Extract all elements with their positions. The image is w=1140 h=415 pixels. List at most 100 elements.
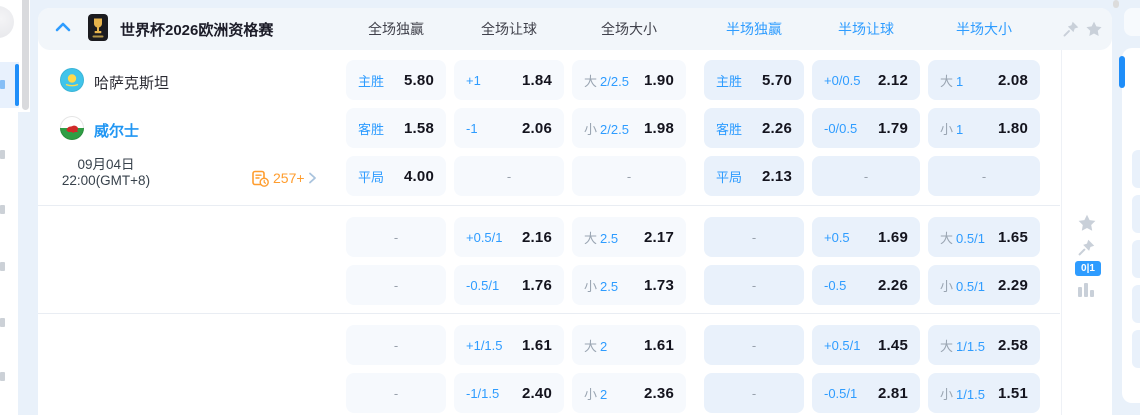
odds-value: 5.80	[404, 71, 434, 89]
odds-cell[interactable]: +1 1.84	[454, 60, 564, 100]
odds-cell[interactable]: -0.5/1 2.81	[812, 373, 920, 413]
odds-cell[interactable]: -	[572, 156, 686, 196]
odds-cell[interactable]: 小 2/2.5 1.98	[572, 108, 686, 148]
odds-handicap-label: 小 0.5/1	[940, 276, 985, 295]
over-under-prefix: 大	[940, 338, 954, 354]
odds-cell[interactable]: 客胜 2.26	[704, 108, 804, 148]
collapse-league-button[interactable]	[55, 20, 71, 32]
odds-value: 2.17	[644, 228, 674, 246]
odds-cell[interactable]: -0/0.5 1.79	[812, 108, 920, 148]
odds-cell[interactable]: -0.5/1 1.76	[454, 265, 564, 305]
stats-button[interactable]	[1077, 282, 1099, 302]
selection-label: 客胜	[358, 121, 385, 137]
column-header-ft-overunder[interactable]: 全场大小	[564, 19, 694, 37]
pin-icon	[1077, 239, 1096, 261]
odds-cell[interactable]: 大 1 2.08	[928, 60, 1040, 100]
odds-cell[interactable]: +0/0.5 2.12	[812, 60, 920, 100]
odds-value: 1.80	[998, 119, 1028, 137]
odds-cell[interactable]: 大 0.5/1 1.65	[928, 217, 1040, 257]
odds-value: 1.61	[644, 336, 674, 354]
away-team-name[interactable]: 威尔士	[94, 120, 139, 141]
odds-cell[interactable]: -	[346, 265, 446, 305]
selection-label: +0.5/1	[824, 337, 861, 353]
odds-handicap-label: 客胜	[358, 119, 384, 138]
home-team-name[interactable]: 哈萨克斯坦	[94, 72, 169, 93]
pin-match-button[interactable]	[1077, 238, 1099, 258]
world-cup-trophy-icon	[88, 14, 108, 41]
odds-value: 2.29	[998, 276, 1028, 294]
odds-value: 1.98	[644, 119, 674, 137]
column-header-ht-overunder[interactable]: 半场大小	[920, 19, 1048, 37]
odds-cell[interactable]: -	[812, 156, 920, 196]
odds-cell[interactable]: -	[928, 156, 1040, 196]
odds-cell[interactable]: 小 1 1.80	[928, 108, 1040, 148]
column-header-ht-1x2[interactable]: 半场独赢	[696, 19, 812, 37]
column-header-ft-1x2[interactable]: 全场独赢	[338, 19, 454, 37]
selection-label: +0.5/1	[466, 229, 503, 245]
odds-handicap-label: +0/0.5	[824, 73, 861, 88]
favorite-match-button[interactable]	[1077, 213, 1099, 233]
league-title[interactable]: 世界杯2026欧洲资格赛	[120, 19, 273, 40]
odds-value: 1.79	[878, 119, 908, 137]
odds-cell[interactable]: -	[704, 217, 804, 257]
odds-cell[interactable]: 小 0.5/1 2.29	[928, 265, 1040, 305]
sidebar-text-fragment	[0, 262, 5, 271]
odds-cell[interactable]: 平局 2.13	[704, 156, 804, 196]
odds-cell[interactable]: 主胜 5.80	[346, 60, 446, 100]
odds-cell[interactable]: 平局 4.00	[346, 156, 446, 196]
odds-cell[interactable]: +0.5/1 1.45	[812, 325, 920, 365]
odds-cell[interactable]: -	[346, 325, 446, 365]
odds-empty-value: -	[393, 385, 399, 401]
odds-cell[interactable]: +0.5 1.69	[812, 217, 920, 257]
odds-cell[interactable]: -	[704, 265, 804, 305]
sidebar-scrollbar-thumb[interactable]	[22, 0, 29, 110]
odds-cell[interactable]: 小 2 2.36	[572, 373, 686, 413]
odds-handicap-label: 大1	[940, 71, 963, 90]
favorite-league-button[interactable]	[1085, 20, 1103, 38]
odds-cell[interactable]: 大 1/1.5 2.58	[928, 325, 1040, 365]
column-header-ht-handicap[interactable]: 半场让球	[804, 19, 928, 37]
odds-cell[interactable]: 主胜 5.70	[704, 60, 804, 100]
table-right-divider	[1061, 50, 1062, 415]
right-panel-selected-indicator	[1119, 56, 1125, 88]
sidebar-text-fragment	[0, 80, 5, 89]
selection-label: 平局	[358, 169, 385, 185]
odds-cell[interactable]: 小 1/1.5 1.51	[928, 373, 1040, 413]
selection-label: -1	[466, 120, 478, 136]
odds-value: 1.84	[522, 71, 552, 89]
right-scrollbar-fragment	[1113, 0, 1119, 8]
handicap-line: 1	[956, 73, 964, 89]
odds-value: 2.06	[522, 119, 552, 137]
odds-empty-value: -	[393, 337, 399, 353]
odds-cell[interactable]: 小 2.5 1.73	[572, 265, 686, 305]
odds-cell[interactable]: -	[346, 217, 446, 257]
odds-value: 1.65	[998, 228, 1028, 246]
odds-cell[interactable]: 大 2/2.5 1.90	[572, 60, 686, 100]
betting-odds-screen: 世界杯2026欧洲资格赛 全场独赢 全场让球 全场大小 半场独赢 半场让球 半场…	[0, 0, 1140, 415]
odds-cell[interactable]: -	[704, 373, 804, 413]
odds-cell[interactable]: -1 2.06	[454, 108, 564, 148]
column-header-ft-handicap[interactable]: 全场让球	[446, 19, 572, 37]
over-under-prefix: 小	[940, 278, 954, 294]
odds-cell[interactable]: -	[454, 156, 564, 196]
over-under-prefix: 小	[940, 121, 954, 137]
odds-cell[interactable]: +0.5/1 2.16	[454, 217, 564, 257]
odds-cell[interactable]: +1/1.5 1.61	[454, 325, 564, 365]
odds-cell[interactable]: 大 2 1.61	[572, 325, 686, 365]
odds-handicap-label: -0/0.5	[824, 121, 857, 136]
odds-value: 4.00	[404, 167, 434, 185]
more-markets-link[interactable]: 257+	[252, 169, 317, 187]
odds-cell[interactable]: -	[704, 325, 804, 365]
odds-cell[interactable]: -	[346, 373, 446, 413]
markets-count-icon	[252, 170, 269, 187]
selection-label: -0.5	[824, 277, 847, 293]
match-date: 09月04日	[77, 157, 135, 172]
score-badge[interactable]: 0|1	[1075, 261, 1101, 276]
odds-cell[interactable]: 大 2.5 2.17	[572, 217, 686, 257]
odds-cell[interactable]: -0.5 2.26	[812, 265, 920, 305]
odds-cell[interactable]: 客胜 1.58	[346, 108, 446, 148]
over-under-prefix: 大	[940, 230, 954, 246]
selection-label: 客胜	[716, 121, 743, 137]
pin-league-button[interactable]	[1062, 20, 1080, 38]
odds-cell[interactable]: -1/1.5 2.40	[454, 373, 564, 413]
